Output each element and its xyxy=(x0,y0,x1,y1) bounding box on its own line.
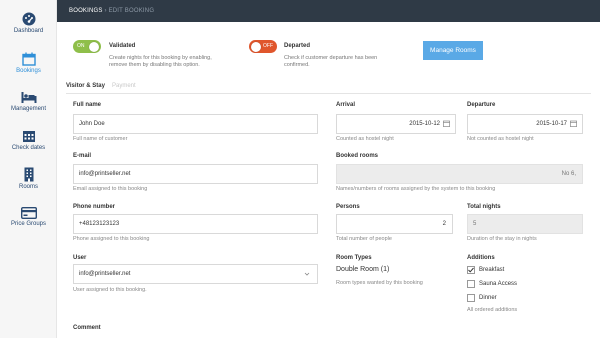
departed-title: Departed xyxy=(284,43,311,49)
booked-rooms-label: Booked rooms xyxy=(336,153,379,159)
dashboard-icon xyxy=(22,12,35,26)
booked-rooms-field: No 6, xyxy=(336,164,583,184)
checkbox-checked-icon[interactable] xyxy=(467,266,475,274)
validated-toggle-text: ON xyxy=(77,43,85,49)
checkbox-icon[interactable] xyxy=(467,294,475,302)
calendar-icon xyxy=(443,120,450,127)
phone-hint: Phone assigned to this booking xyxy=(73,236,150,242)
bed-icon xyxy=(21,92,36,103)
room-types-hint: Room types wanted by this booking xyxy=(336,280,423,286)
calendar-icon xyxy=(21,52,36,66)
addition-dinner-label: Dinner xyxy=(479,295,497,301)
validated-help-line1: Create nights for this booking by enabli… xyxy=(109,55,212,61)
nav-bookings[interactable]: Bookings xyxy=(0,52,57,74)
nav-management[interactable]: Management xyxy=(0,91,57,112)
additions-hint: All ordered additions xyxy=(467,307,518,313)
user-hint: User assigned to this booking. xyxy=(73,287,147,293)
full-name-hint: Full name of customer xyxy=(73,136,128,142)
departure-label: Departure xyxy=(467,102,496,108)
addition-breakfast-label: Breakfast xyxy=(479,267,505,273)
toggle-knob xyxy=(251,41,261,52)
nav-price-groups-label: Price Groups xyxy=(10,221,46,227)
manage-rooms-button[interactable]: Manage Rooms xyxy=(423,41,483,60)
tab-payment[interactable]: Payment xyxy=(112,83,136,89)
credit-card-icon xyxy=(20,207,37,219)
breadcrumb-separator: › xyxy=(104,8,107,14)
departed-help-line2: confirmed. xyxy=(284,62,310,68)
calendar-grid-icon xyxy=(22,131,35,142)
departure-hint: Not counted as hostel night xyxy=(467,136,534,142)
departed-toggle[interactable]: OFF xyxy=(249,40,277,53)
validated-toggle[interactable]: ON xyxy=(73,40,101,53)
nav-management-label: Management xyxy=(10,106,47,112)
comment-label: Comment xyxy=(73,325,101,331)
building-icon xyxy=(24,167,33,182)
nav-check-dates[interactable]: Check dates xyxy=(0,129,57,151)
sidebar: Dashboard Bookings Management Check date… xyxy=(0,0,57,338)
room-types-value: Double Room (1) xyxy=(336,266,390,273)
total-nights-label: Total nights xyxy=(467,204,501,210)
calendar-icon xyxy=(570,120,577,127)
arrival-label: Arrival xyxy=(336,102,356,108)
full-name-input[interactable]: John Doe xyxy=(73,114,318,134)
nav-rooms-label: Rooms xyxy=(18,184,38,190)
addition-sauna-access-label: Sauna Access xyxy=(479,281,518,287)
nav-dashboard[interactable]: Dashboard xyxy=(0,12,57,34)
toggle-knob xyxy=(89,41,99,52)
email-label: E-mail xyxy=(73,153,92,159)
arrival-date-value: 2015-10-12 xyxy=(409,121,440,127)
persons-input[interactable]: 2 xyxy=(336,214,453,234)
departure-date-value: 2015-10-17 xyxy=(536,121,567,127)
user-label: User xyxy=(73,255,87,261)
arrival-hint: Counted as hostel night xyxy=(336,136,394,142)
nav-price-groups[interactable]: Price Groups xyxy=(0,207,57,227)
nav-dashboard-label: Dashboard xyxy=(13,28,44,34)
departed-toggle-text: OFF xyxy=(263,43,273,49)
user-select[interactable]: info@printseller.net xyxy=(73,264,318,284)
departure-date-input[interactable]: 2015-10-17 xyxy=(467,114,583,134)
validated-title: Validated xyxy=(109,43,136,49)
user-select-value: info@printseller.net xyxy=(79,271,131,277)
email-field[interactable]: info@printseller.net xyxy=(73,164,318,184)
persons-hint: Total number of people xyxy=(336,236,392,242)
additions-label: Additions xyxy=(467,255,495,261)
checkbox-icon[interactable] xyxy=(467,280,475,288)
total-nights-hint: Duration of the stay in nights xyxy=(467,236,537,242)
departed-help: Check if customer departure has been con… xyxy=(284,55,377,69)
tab-visitor-stay[interactable]: Visitor & Stay xyxy=(66,83,105,89)
total-nights-field: 5 xyxy=(467,214,583,234)
validated-help-line2: remove them by disabling this option. xyxy=(109,62,200,68)
validated-help: Create nights for this booking by enabli… xyxy=(109,55,212,69)
room-types-label: Room Types xyxy=(336,255,372,261)
full-name-label: Full name xyxy=(73,102,102,108)
nav-rooms[interactable]: Rooms xyxy=(0,167,57,190)
persons-label: Persons xyxy=(336,204,360,210)
phone-field[interactable]: +48123123123 xyxy=(73,214,318,234)
phone-label: Phone number xyxy=(73,204,116,210)
breadcrumb-edit-booking: EDIT BOOKING xyxy=(108,8,155,14)
email-hint: Email assigned to this booking xyxy=(73,186,148,192)
nav-bookings-label: Bookings xyxy=(16,68,41,74)
arrival-date-input[interactable]: 2015-10-12 xyxy=(336,114,456,134)
departed-help-line1: Check if customer departure has been xyxy=(284,55,378,61)
nav-check-dates-label: Check dates xyxy=(11,145,46,151)
tabs: Visitor & Stay Payment xyxy=(66,80,591,94)
breadcrumb-bookings[interactable]: BOOKINGS xyxy=(69,8,103,14)
chevron-down-icon xyxy=(304,272,310,276)
booked-rooms-hint: Names/numbers of rooms assigned by the s… xyxy=(336,186,496,192)
breadcrumb: BOOKINGS › EDIT BOOKING xyxy=(57,0,600,22)
